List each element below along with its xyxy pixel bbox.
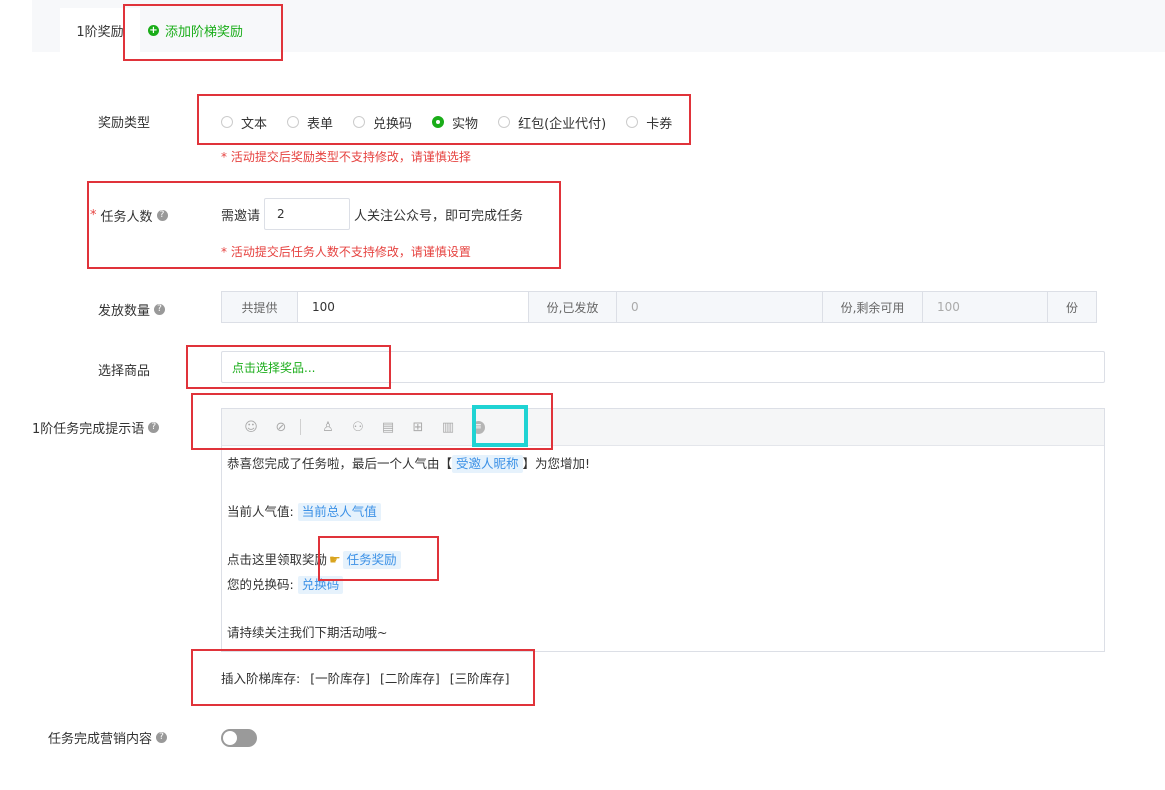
insert-stock-tier-2[interactable]: [二阶库存] bbox=[380, 668, 440, 687]
radio-circle[interactable] bbox=[353, 116, 366, 128]
users-icon[interactable]: ⚇ bbox=[343, 417, 373, 437]
task-reward-tag[interactable]: 任务奖励 bbox=[342, 551, 401, 569]
radio-label: 兑换码 bbox=[373, 116, 413, 132]
text: 您的兑换码: bbox=[227, 577, 294, 592]
link-icon[interactable]: ⊘ bbox=[266, 417, 296, 437]
insert-stock-tier-1[interactable]: [一阶库存] bbox=[310, 668, 370, 687]
emoji-icon[interactable]: ☺ bbox=[236, 417, 266, 437]
help-circle-icon[interactable]: ? bbox=[148, 422, 160, 433]
reward-type-label-text: 奖励类型 bbox=[98, 116, 151, 131]
text: 恭喜您完成了任务啦，最后一个人气由【 bbox=[227, 456, 453, 471]
task-count-row: 需邀请 2 人关注公众号，即可完成任务 bbox=[221, 198, 523, 230]
editor-content[interactable]: 恭喜您完成了任务啦，最后一个人气由【 受邀人昵称 】为您增加! 当前人气值: 当前总… bbox=[222, 446, 1104, 651]
select-product-field[interactable]: 点击选择奖品... bbox=[221, 351, 1105, 383]
radio-circle[interactable] bbox=[221, 116, 233, 128]
marketing-content-label-text: 任务完成营销内容 bbox=[48, 732, 153, 747]
completion-message-label-text: 1阶任务完成提示语 bbox=[32, 422, 145, 437]
distribution-label-text: 发放数量 bbox=[98, 304, 151, 319]
total-quantity-input[interactable]: 100 bbox=[297, 291, 528, 323]
help-circle-icon[interactable]: ? bbox=[154, 304, 166, 315]
distribution-label: 发放数量 ? bbox=[98, 300, 166, 319]
radio-label: 文本 bbox=[241, 116, 268, 132]
add-tier-reward-button[interactable]: + 添加阶梯奖励 bbox=[148, 8, 243, 52]
editor-toolbar: ☺ ⊘ ♙ ⚇ ▤ ⊞ ▥ ≡ bbox=[222, 409, 1104, 446]
radio-circle-checked[interactable] bbox=[432, 116, 445, 128]
invite-prefix: 需邀请 bbox=[221, 208, 261, 224]
chart-icon[interactable]: ▥ bbox=[433, 417, 463, 437]
message-line-5: 请持续关注我们下期活动哦~ bbox=[227, 625, 388, 640]
radio-text[interactable]: 文本 bbox=[221, 113, 267, 132]
radio-exchange-code[interactable]: 兑换码 bbox=[353, 113, 412, 132]
insert-stock-row: 插入阶梯库存: [一阶库存] [二阶库存] [三阶库存] bbox=[221, 668, 510, 687]
text: 当前人气值: bbox=[227, 504, 294, 519]
radio-label: 卡券 bbox=[646, 116, 673, 132]
toolbar-separator bbox=[300, 419, 301, 435]
issued-addon: 份,已发放 bbox=[528, 291, 616, 323]
tab-tier-1-reward[interactable]: 1阶奖励 bbox=[60, 8, 140, 52]
reward-type-warning: * 活动提交后奖励类型不支持修改，请谨慎选择 bbox=[221, 150, 471, 164]
exchange-code-tag[interactable]: 兑换码 bbox=[297, 576, 344, 594]
user-icon[interactable]: ♙ bbox=[313, 417, 343, 437]
task-count-label-text: 任务人数 bbox=[100, 210, 153, 225]
radio-label: 实物 bbox=[452, 116, 479, 132]
invite-count-input[interactable]: 2 bbox=[264, 198, 351, 230]
radio-physical[interactable]: 实物 bbox=[432, 113, 478, 132]
reward-type-radio-group: 文本 表单 兑换码 实物 红包(企业代付) 卡券 bbox=[221, 112, 692, 132]
tab-bar-gutter bbox=[0, 0, 32, 52]
add-tier-reward-label: 添加阶梯奖励 bbox=[165, 24, 244, 40]
message-editor: ☺ ⊘ ♙ ⚇ ▤ ⊞ ▥ ≡ 恭喜您完成了任务啦，最后一个人气由【 受邀人昵称】… bbox=[221, 408, 1105, 652]
gift-icon[interactable]: ⊞ bbox=[403, 417, 433, 437]
total-prefix-addon: 共提供 bbox=[221, 291, 297, 323]
select-product-label-text: 选择商品 bbox=[98, 364, 151, 379]
completion-message-label: 1阶任务完成提示语 ? bbox=[32, 418, 160, 437]
help-circle-icon[interactable]: ? bbox=[156, 732, 168, 743]
plus-circle-icon: + bbox=[148, 24, 159, 36]
text: 点击这里领取奖励 bbox=[227, 552, 328, 567]
radio-label: 红包(企业代付) bbox=[518, 116, 607, 132]
issued-quantity-field: 0 bbox=[616, 291, 822, 323]
remaining-addon: 份,剩余可用 bbox=[822, 291, 922, 323]
insert-stock-tier-3[interactable]: [三阶库存] bbox=[450, 668, 510, 687]
message-line-1: 恭喜您完成了任务啦，最后一个人气由【 受邀人昵称 】为您增加! bbox=[227, 452, 1099, 476]
radio-circle[interactable] bbox=[498, 116, 511, 128]
select-product-label: 选择商品 bbox=[98, 360, 150, 379]
reward-type-label: 奖励类型 bbox=[98, 112, 150, 131]
required-mark: * bbox=[90, 208, 97, 223]
insert-stock-label: 插入阶梯库存: bbox=[221, 671, 301, 686]
help-circle-icon[interactable]: ? bbox=[156, 210, 168, 221]
tab-bar: 1阶奖励 + 添加阶梯奖励 bbox=[0, 0, 1165, 52]
total-popularity-tag[interactable]: 当前总人气值 bbox=[297, 503, 381, 521]
radio-form[interactable]: 表单 bbox=[287, 113, 333, 132]
radio-circle[interactable] bbox=[287, 116, 300, 128]
exchange-code-icon[interactable]: ≡ bbox=[463, 417, 493, 437]
document-icon[interactable]: ▤ bbox=[373, 417, 403, 437]
radio-label: 表单 bbox=[307, 116, 334, 132]
marketing-content-toggle[interactable] bbox=[221, 729, 257, 747]
radio-circle[interactable] bbox=[626, 116, 639, 128]
task-count-warning: * 活动提交后任务人数不支持修改，请谨慎设置 bbox=[221, 245, 471, 259]
marketing-content-label: 任务完成营销内容 ? bbox=[48, 728, 168, 747]
pointing-hand-icon: ☛ bbox=[329, 553, 341, 568]
toggle-knob bbox=[223, 731, 237, 745]
message-line-3: 点击这里领取奖励 ☛ 任务奖励 bbox=[227, 548, 1099, 573]
unit-addon: 份 bbox=[1047, 291, 1097, 323]
radio-card-coupon[interactable]: 卡券 bbox=[626, 113, 672, 132]
message-line-2: 当前人气值: 当前总人气值 bbox=[227, 500, 1099, 524]
distribution-input-group: 共提供 100 份,已发放 0 份,剩余可用 100 份 bbox=[221, 291, 1097, 323]
invite-suffix: 人关注公众号，即可完成任务 bbox=[354, 208, 524, 224]
message-line-4: 您的兑换码: 兑换码 bbox=[227, 573, 1099, 597]
text: 】为您增加! bbox=[522, 456, 591, 471]
radio-red-packet[interactable]: 红包(企业代付) bbox=[498, 113, 606, 132]
task-count-label: * 任务人数 ? bbox=[90, 206, 168, 225]
invitee-nickname-tag[interactable]: 受邀人昵称 bbox=[452, 455, 523, 473]
remaining-quantity-field: 100 bbox=[922, 291, 1047, 323]
